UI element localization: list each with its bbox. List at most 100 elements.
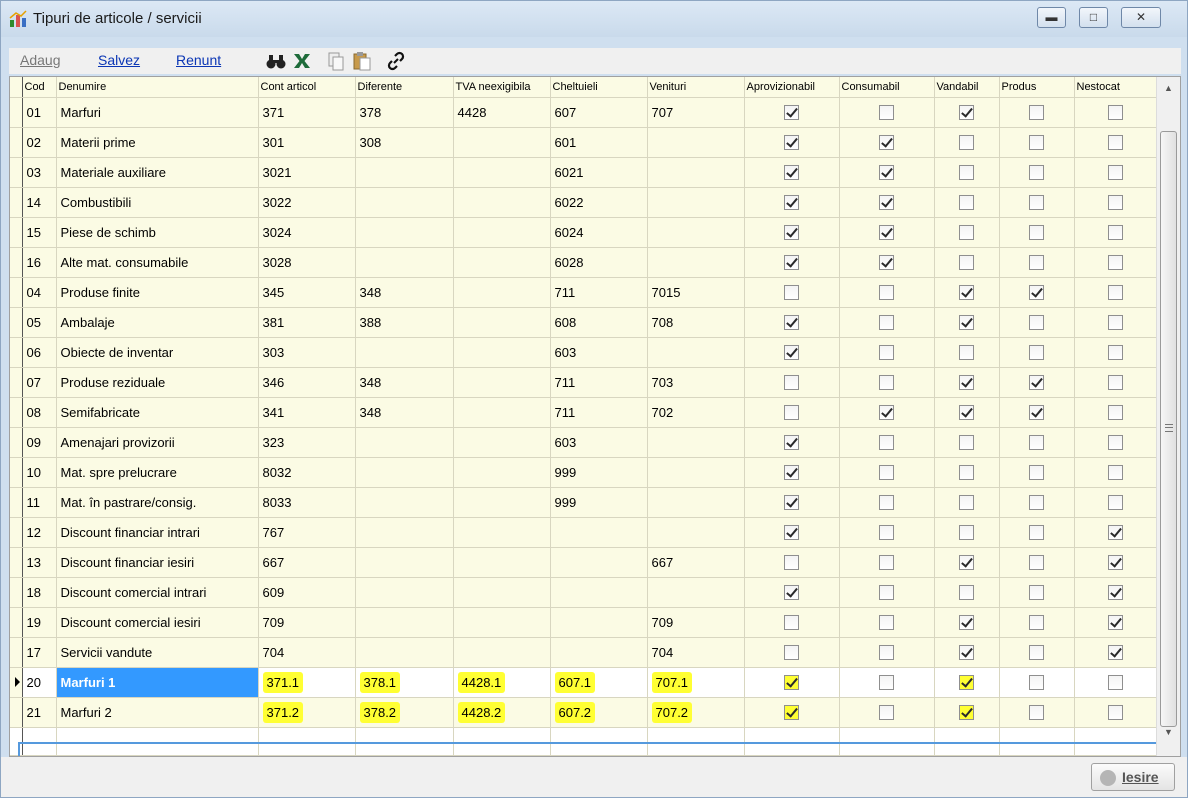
- produs-checkbox[interactable]: [1029, 375, 1044, 391]
- table-row[interactable]: 18 Discount comercial intrari 609: [10, 577, 1158, 608]
- cell-ven[interactable]: 703: [647, 367, 745, 398]
- empty-cell[interactable]: [1074, 727, 1158, 756]
- row-indicator[interactable]: [10, 307, 23, 338]
- cell-cod[interactable]: 19: [22, 607, 57, 638]
- consumabil-checkbox[interactable]: [879, 645, 894, 661]
- cell-tva[interactable]: [453, 187, 551, 218]
- aprovizionabil-checkbox[interactable]: [784, 525, 799, 541]
- nestocat-checkbox[interactable]: [1108, 525, 1123, 541]
- add-button[interactable]: Adaug: [20, 52, 60, 68]
- cell-denumire[interactable]: Obiecte de inventar: [56, 337, 259, 368]
- table-row[interactable]: 11 Mat. în pastrare/consig. 8033 999: [10, 487, 1158, 518]
- cell-tva[interactable]: [453, 127, 551, 158]
- row-indicator[interactable]: [10, 187, 23, 218]
- cell-chelt[interactable]: 607.2: [550, 697, 648, 728]
- nestocat-checkbox[interactable]: [1108, 465, 1123, 481]
- row-indicator[interactable]: [10, 337, 23, 368]
- aprovizionabil-checkbox[interactable]: [784, 435, 799, 451]
- cell-denumire[interactable]: Produse finite: [56, 277, 259, 308]
- cell-denumire[interactable]: Materiale auxiliare: [56, 157, 259, 188]
- vandabil-checkbox[interactable]: [959, 315, 974, 331]
- link-icon[interactable]: [385, 50, 407, 72]
- consumabil-checkbox[interactable]: [879, 585, 894, 601]
- nestocat-checkbox[interactable]: [1108, 255, 1123, 271]
- cell-denumire[interactable]: Mat. în pastrare/consig.: [56, 487, 259, 518]
- vandabil-checkbox[interactable]: [959, 135, 974, 151]
- vandabil-checkbox[interactable]: [959, 195, 974, 211]
- vandabil-checkbox[interactable]: [959, 375, 974, 391]
- aprovizionabil-checkbox[interactable]: [784, 705, 799, 721]
- scroll-thumb[interactable]: [1160, 131, 1177, 727]
- cell-chelt[interactable]: [550, 517, 648, 548]
- table-row[interactable]: 03 Materiale auxiliare 3021 6021: [10, 157, 1158, 188]
- row-indicator[interactable]: [10, 637, 23, 668]
- cell-denumire[interactable]: Amenajari provizorii: [56, 427, 259, 458]
- cell-cont[interactable]: 371: [258, 97, 356, 128]
- cell-cont[interactable]: 371.1: [258, 667, 356, 698]
- row-indicator[interactable]: [10, 217, 23, 248]
- empty-cell[interactable]: [934, 727, 1000, 756]
- cell-ven[interactable]: 702: [647, 397, 745, 428]
- nestocat-checkbox[interactable]: [1108, 285, 1123, 301]
- column-header[interactable]: Venituri: [647, 77, 745, 98]
- aprovizionabil-checkbox[interactable]: [784, 315, 799, 331]
- table-row[interactable]: 16 Alte mat. consumabile 3028 6028: [10, 247, 1158, 278]
- cell-denumire[interactable]: Materii prime: [56, 127, 259, 158]
- cell-ven[interactable]: [647, 517, 745, 548]
- nestocat-checkbox[interactable]: [1108, 345, 1123, 361]
- aprovizionabil-checkbox[interactable]: [784, 165, 799, 181]
- cell-dif[interactable]: 348: [355, 397, 454, 428]
- cell-dif[interactable]: [355, 157, 454, 188]
- cell-cod[interactable]: 02: [22, 127, 57, 158]
- cell-chelt[interactable]: 711: [550, 367, 648, 398]
- aprovizionabil-checkbox[interactable]: [784, 225, 799, 241]
- cell-cod[interactable]: 07: [22, 367, 57, 398]
- row-indicator[interactable]: [10, 607, 23, 638]
- column-header[interactable]: Aprovizionabil: [744, 77, 840, 98]
- cell-chelt[interactable]: [550, 607, 648, 638]
- cell-ven[interactable]: 708: [647, 307, 745, 338]
- cell-cod[interactable]: 17: [22, 637, 57, 668]
- current-row-indicator[interactable]: [10, 667, 23, 698]
- new-record-row[interactable]: [10, 727, 1158, 756]
- cell-dif[interactable]: [355, 247, 454, 278]
- vandabil-checkbox[interactable]: [959, 255, 974, 271]
- cell-dif[interactable]: [355, 217, 454, 248]
- cancel-button[interactable]: Renunt: [176, 52, 221, 68]
- table-row[interactable]: 01 Marfuri 371 378 4428 607 707: [10, 97, 1158, 128]
- vandabil-checkbox[interactable]: [959, 495, 974, 511]
- row-indicator[interactable]: [10, 397, 23, 428]
- cell-denumire[interactable]: Marfuri 1: [56, 667, 259, 698]
- empty-cell[interactable]: [258, 727, 356, 756]
- row-indicator[interactable]: [10, 517, 23, 548]
- vandabil-checkbox[interactable]: [959, 405, 974, 421]
- produs-checkbox[interactable]: [1029, 315, 1044, 331]
- vandabil-checkbox[interactable]: [959, 435, 974, 451]
- cell-cod[interactable]: 13: [22, 547, 57, 578]
- cell-cont[interactable]: 303: [258, 337, 356, 368]
- cell-ven[interactable]: [647, 457, 745, 488]
- consumabil-checkbox[interactable]: [879, 225, 894, 241]
- empty-cell[interactable]: [10, 727, 23, 756]
- produs-checkbox[interactable]: [1029, 675, 1044, 691]
- cell-cod[interactable]: 16: [22, 247, 57, 278]
- consumabil-checkbox[interactable]: [879, 675, 894, 691]
- table-row[interactable]: 08 Semifabricate 341 348 711 702: [10, 397, 1158, 428]
- cell-tva[interactable]: [453, 607, 551, 638]
- cell-cont[interactable]: 767: [258, 517, 356, 548]
- cell-tva[interactable]: [453, 367, 551, 398]
- cell-tva[interactable]: [453, 487, 551, 518]
- cell-chelt[interactable]: 607: [550, 97, 648, 128]
- consumabil-checkbox[interactable]: [879, 165, 894, 181]
- column-header[interactable]: TVA neexigibila: [453, 77, 551, 98]
- cell-ven[interactable]: 7015: [647, 277, 745, 308]
- consumabil-checkbox[interactable]: [879, 405, 894, 421]
- save-button[interactable]: Salvez: [98, 52, 140, 68]
- consumabil-checkbox[interactable]: [879, 375, 894, 391]
- consumabil-checkbox[interactable]: [879, 195, 894, 211]
- cell-tva[interactable]: [453, 157, 551, 188]
- produs-checkbox[interactable]: [1029, 585, 1044, 601]
- cell-cont[interactable]: 323: [258, 427, 356, 458]
- cell-dif[interactable]: [355, 547, 454, 578]
- cell-denumire[interactable]: Discount financiar iesiri: [56, 547, 259, 578]
